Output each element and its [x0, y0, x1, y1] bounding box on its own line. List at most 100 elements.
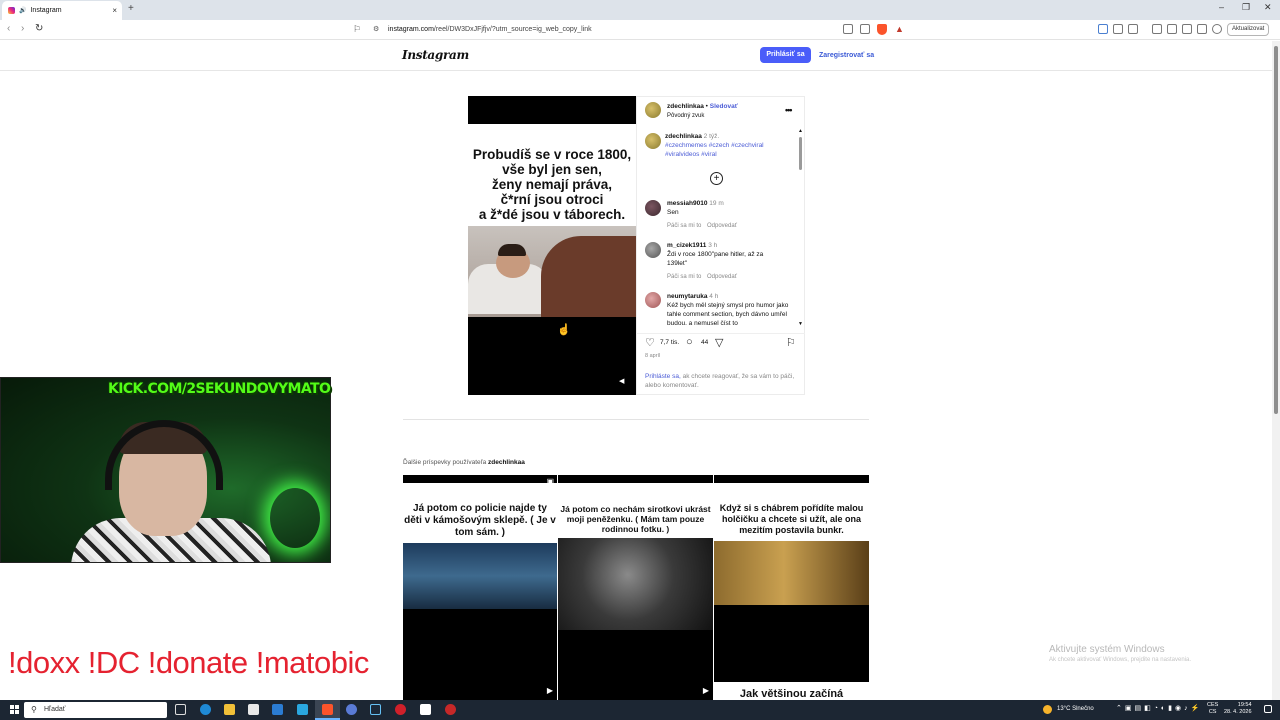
brave-shield-icon[interactable] [877, 24, 887, 35]
sidebar-icon[interactable] [1167, 24, 1177, 34]
obs-icon[interactable] [420, 704, 431, 715]
audio-label[interactable]: Pôvodný zvuk [667, 112, 704, 120]
mouse-cursor-icon: ☝ [557, 324, 571, 336]
share-icon[interactable]: ▽ [715, 336, 723, 349]
brave-rewards-icon[interactable]: ▲ [895, 24, 904, 34]
profile-icon[interactable] [1212, 24, 1222, 34]
tab-close-icon[interactable]: × [112, 6, 117, 15]
author-avatar[interactable] [645, 102, 661, 118]
vpn-icon[interactable] [1197, 24, 1207, 34]
app-icon[interactable] [272, 704, 283, 715]
speaker-extension-icon[interactable] [1098, 24, 1108, 34]
back-icon[interactable]: ‹ [7, 23, 10, 34]
post-thumbnail[interactable]: Já potom co nechám sirotkovi ukrást moji… [558, 475, 713, 700]
comment-username[interactable]: m_cizek1911 [667, 242, 706, 249]
chat-icon[interactable] [1113, 24, 1123, 34]
language-indicator[interactable]: CES CS [1207, 702, 1218, 716]
load-more-icon[interactable]: + [710, 172, 723, 185]
notifications-icon[interactable] [1264, 705, 1272, 713]
speaker-icon[interactable]: 🔊 [19, 7, 26, 14]
tab-instagram[interactable]: 🔊 Instagram × [2, 1, 122, 20]
taskbar-search-input[interactable]: ⚲ Hľadať [24, 702, 167, 718]
steam-icon[interactable] [370, 704, 381, 715]
maximize-button[interactable]: ❐ [1242, 2, 1250, 13]
like-icon[interactable]: ♡ [645, 336, 655, 349]
bookmark-icon[interactable]: ⚐ [353, 24, 361, 35]
post-thumbnail[interactable]: Já potom co policie najde ty děti v kámo… [403, 475, 557, 700]
comment-avatar[interactable] [645, 292, 661, 308]
lang-top: CES [1207, 702, 1219, 708]
instagram-header [0, 41, 1272, 71]
signup-link[interactable]: Zaregistrovať sa [819, 52, 874, 59]
brave-icon[interactable] [322, 704, 333, 715]
webcam-overlay [0, 377, 331, 563]
caption-age: 2 týž. [703, 133, 720, 140]
mail-icon[interactable] [297, 704, 308, 715]
caption-avatar[interactable] [645, 133, 661, 149]
comment-avatar[interactable] [645, 242, 661, 258]
clock-time: 19:54 [1237, 702, 1252, 708]
close-window-button[interactable]: ✕ [1264, 2, 1272, 13]
weather-text[interactable]: 13°C Slnečno [1057, 706, 1094, 712]
site-info-icon[interactable]: ⚙ [373, 25, 379, 33]
instagram-logo[interactable]: Instagram [402, 48, 469, 62]
new-tab-button[interactable]: + [128, 3, 134, 14]
task-view-icon[interactable] [175, 704, 186, 715]
store-icon[interactable] [248, 704, 259, 715]
comment-reply-link[interactable]: Odpovedať [707, 273, 737, 281]
reload-icon[interactable]: ↻ [35, 23, 43, 34]
system-tray-icons[interactable]: ⌃▣▤◧◔◐▮◉♪⚡ [1116, 704, 1202, 712]
like-count[interactable]: 7,7 tis. [660, 339, 679, 346]
recording-icon[interactable] [445, 704, 456, 715]
update-button[interactable]: Aktualizovat [1227, 23, 1270, 36]
post-date: 8 apríl [645, 353, 661, 359]
opera-icon[interactable] [395, 704, 406, 715]
more-options-icon[interactable]: ••• [785, 105, 793, 115]
search-icon: ⚲ [31, 705, 37, 714]
scroll-down-icon[interactable]: ▼ [798, 321, 803, 327]
mute-icon[interactable]: ◀ [619, 377, 624, 385]
post-thumbnail[interactable]: Když si s chábrem pořídíte malou holčičk… [714, 475, 869, 700]
url-field[interactable]: instagram.com/reel/DW3DxJFjfjv/?utm_sour… [388, 26, 592, 33]
comment-reply-link[interactable]: Odpovedať [707, 222, 737, 230]
save-icon[interactable]: ⚐ [786, 336, 796, 349]
page-scroll-thumb[interactable] [1274, 46, 1278, 414]
author-username[interactable]: zdechlinkaa [667, 103, 704, 110]
more-posts-user[interactable]: zdechlinkaa [488, 459, 525, 466]
comment-username[interactable]: neumytaruka [667, 293, 707, 300]
app-icon[interactable] [346, 704, 357, 715]
edge-icon[interactable] [200, 704, 211, 715]
minimize-button[interactable]: – [1219, 2, 1224, 12]
author-line: zdechlinkaa • Sledovať [667, 102, 738, 111]
comments-scrollbar[interactable] [799, 137, 802, 170]
puzzle-icon[interactable] [1152, 24, 1162, 34]
hashtags[interactable]: #czechmemes #czech #czechviral [665, 141, 764, 150]
file-explorer-icon[interactable] [224, 704, 235, 715]
comment-username[interactable]: messiah9010 [667, 200, 707, 207]
thumbnail-caption: Já potom co nechám sirotkovi ukrást moji… [560, 504, 711, 534]
login-button[interactable]: Prihlásiť sa [760, 47, 811, 63]
reel-caption-line: Probudíš se v roce 1800, [472, 147, 632, 162]
share-icon[interactable] [860, 24, 870, 34]
comment-header: neumytaruka 4 h [667, 292, 718, 301]
login-prompt-link[interactable]: Prihláste sa, [645, 373, 681, 380]
reel-caption: Probudíš se v roce 1800, vše byl jen sen… [468, 147, 636, 222]
follow-button[interactable]: Sledovať [710, 103, 738, 110]
windows-start-icon[interactable] [10, 705, 19, 714]
comment-text: Ždi v roce 1800"pane hitler, až za 139le… [667, 251, 764, 267]
extension-icon[interactable] [1128, 24, 1138, 34]
reel-icon: ▶ [702, 686, 709, 695]
actions-divider [636, 333, 805, 334]
wallet-icon[interactable] [1182, 24, 1192, 34]
more-posts-label: Ďalšie príspevky používateľa [403, 459, 487, 466]
taskbar-clock[interactable]: 19:54 28. 4. 2026 [1224, 702, 1252, 716]
scroll-up-icon[interactable]: ▲ [798, 128, 803, 134]
forward-icon[interactable]: › [21, 23, 24, 34]
comment-avatar[interactable] [645, 200, 661, 216]
comment-like-link[interactable]: Páči sa mi to [667, 273, 701, 281]
caption-username[interactable]: zdechlinkaa [665, 133, 702, 140]
hashtags[interactable]: #viralvideos #viral [665, 150, 717, 159]
comment-icon[interactable]: ○ [686, 336, 693, 348]
comment-like-link[interactable]: Páči sa mi to [667, 222, 701, 230]
screen-icon[interactable] [843, 24, 853, 34]
